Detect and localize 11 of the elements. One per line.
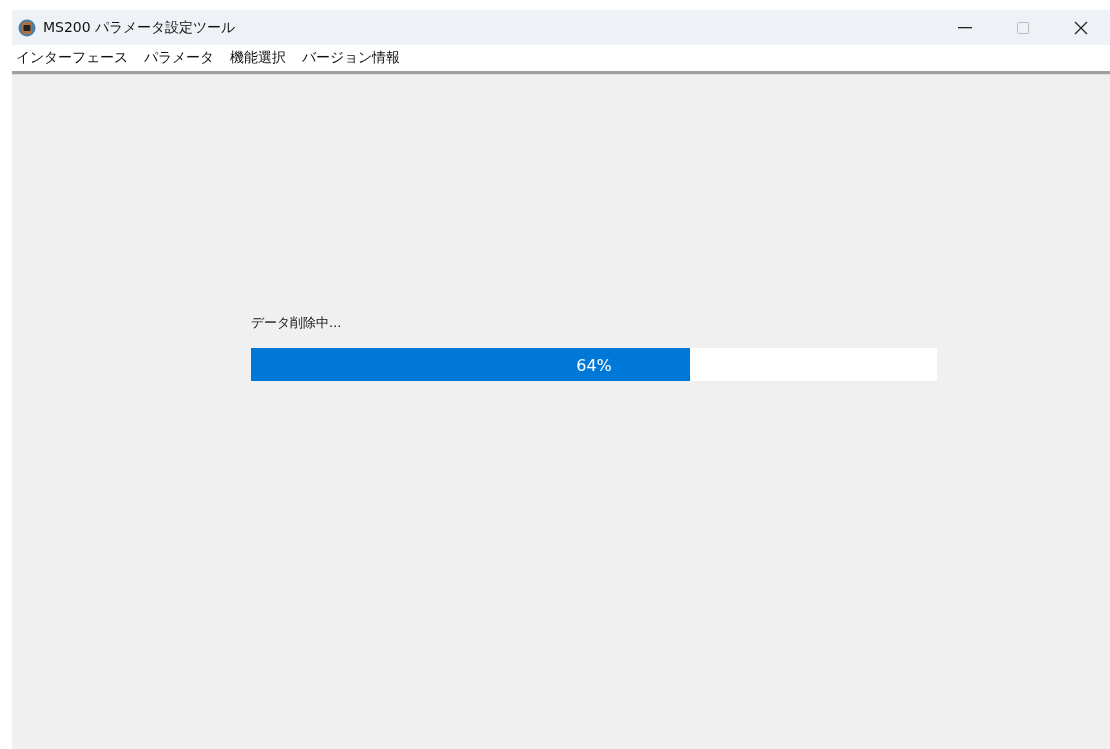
app-icon [18, 18, 36, 37]
window-title: MS200 パラメータ設定ツール [43, 18, 237, 37]
menu-item[interactable]: パラメータ [142, 49, 222, 67]
menu-item[interactable]: 機能選択 [228, 49, 294, 67]
menu-item[interactable]: インターフェース [14, 49, 136, 67]
minimize-icon [958, 26, 972, 29]
progress-percentage: 64% [576, 355, 612, 374]
menu-item[interactable]: バージョン情報 [300, 49, 408, 67]
status-message: データ削除中... [251, 314, 343, 332]
close-icon [1074, 20, 1088, 35]
maximize-icon [1017, 21, 1029, 34]
